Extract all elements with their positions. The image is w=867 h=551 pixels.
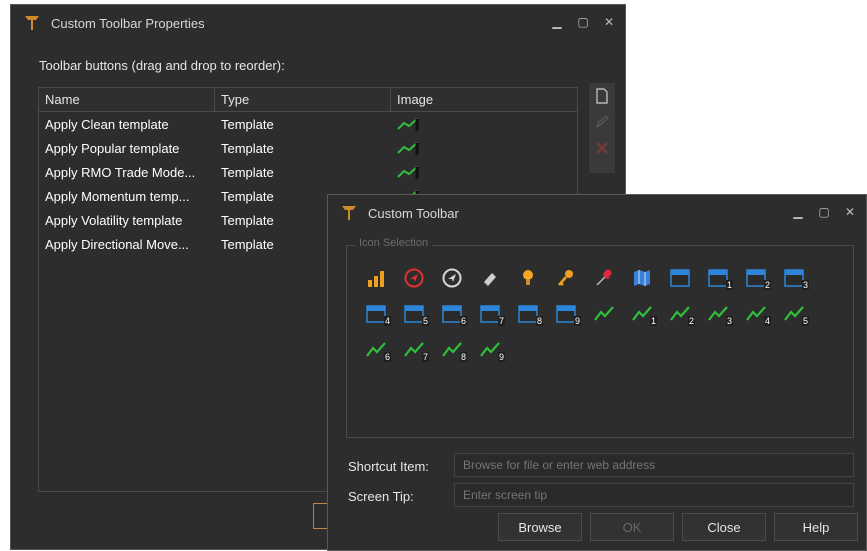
window-icon[interactable]: 9 [551, 302, 581, 326]
chart-icon [391, 117, 577, 131]
hidden-button[interactable] [313, 503, 327, 529]
table-header: Name Type Image [39, 88, 577, 112]
icon-number-badge: 9 [573, 316, 581, 326]
shortcut-item-input[interactable] [454, 453, 854, 477]
maximize-icon[interactable]: ▢ [577, 15, 589, 29]
chart-icon[interactable]: 7 [399, 338, 429, 362]
chart-icon[interactable]: 9 [475, 338, 505, 362]
window-icon[interactable]: 5 [399, 302, 429, 326]
icon-number-badge: 1 [725, 280, 733, 290]
row-name: Apply Popular template [45, 140, 180, 156]
table-row[interactable]: Apply Popular template Template [39, 136, 577, 160]
bar-chart-icon[interactable] [361, 266, 391, 290]
icon-number-badge: 2 [687, 316, 695, 326]
icon-selection-group: Icon Selection 1 2 3 4 5 6 7 8 9 1 2 3 4 5 6 7 8 9 [346, 237, 854, 438]
chart-icon[interactable]: 5 [779, 302, 809, 326]
icon-number-badge: 1 [649, 316, 657, 326]
icon-number-badge: 3 [725, 316, 733, 326]
icon-selection-label: Icon Selection [355, 237, 433, 249]
close-button[interactable]: Close [682, 513, 766, 541]
close-icon[interactable]: ✕ [603, 15, 615, 29]
row-name: Apply RMO Trade Mode... [45, 164, 196, 180]
icon-number-badge: 4 [383, 316, 391, 326]
minimize-icon[interactable]: ▁ [792, 205, 804, 219]
table-row[interactable]: Apply RMO Trade Mode... Template [39, 160, 577, 184]
chart-icon[interactable]: 6 [361, 338, 391, 362]
row-type: Template [221, 140, 274, 156]
side-toolbar [589, 83, 615, 173]
row-name: Apply Directional Move... [45, 236, 189, 252]
chart-icon[interactable]: 2 [665, 302, 695, 326]
icon-number-badge: 2 [763, 280, 771, 290]
icon-number-badge: 6 [459, 316, 467, 326]
new-icon[interactable] [589, 83, 615, 109]
row-type: Template [221, 164, 274, 180]
chart-icon [391, 141, 577, 155]
edit-icon[interactable] [589, 109, 615, 135]
screen-tip-input[interactable] [454, 483, 854, 507]
app-logo-icon [25, 16, 39, 30]
window-icon[interactable] [665, 266, 695, 290]
navigation-icon[interactable] [437, 266, 467, 290]
reorder-instruction: Toolbar buttons (drag and drop to reorde… [39, 58, 285, 73]
minimize-icon[interactable]: ▁ [551, 15, 563, 29]
row-name: Apply Volatility template [45, 212, 183, 228]
red-navigation-icon[interactable] [399, 266, 429, 290]
app-logo-icon [342, 206, 356, 220]
icon-grid: 1 2 3 4 5 6 7 8 9 1 2 3 4 5 6 7 8 9 [361, 266, 841, 374]
pin-icon[interactable] [589, 266, 619, 290]
icon-number-badge: 5 [801, 316, 809, 326]
properties-title: Custom Toolbar Properties [51, 15, 205, 31]
chart-icon[interactable]: 4 [741, 302, 771, 326]
toolbar-titlebar[interactable]: Custom Toolbar ▁ ▢ ✕ [328, 195, 866, 231]
window-icon[interactable]: 2 [741, 266, 771, 290]
map-icon[interactable] [627, 266, 657, 290]
toolbar-title: Custom Toolbar [368, 205, 459, 221]
column-header-type[interactable]: Type [215, 88, 391, 111]
ok-button[interactable]: OK [590, 513, 674, 541]
properties-titlebar[interactable]: Custom Toolbar Properties ▁ ▢ ✕ [11, 5, 625, 41]
window-icon[interactable]: 6 [437, 302, 467, 326]
chart-icon [391, 165, 577, 179]
icon-number-badge: 5 [421, 316, 429, 326]
icon-number-badge: 8 [535, 316, 543, 326]
shortcut-item-label: Shortcut Item: [348, 459, 429, 474]
eraser-icon[interactable] [475, 266, 505, 290]
column-header-image[interactable]: Image [391, 88, 577, 111]
key-icon[interactable] [551, 266, 581, 290]
lightbulb-icon[interactable] [513, 266, 543, 290]
chart-icon[interactable]: 1 [627, 302, 657, 326]
window-icon[interactable]: 4 [361, 302, 391, 326]
row-name: Apply Momentum temp... [45, 188, 190, 204]
icon-number-badge: 7 [497, 316, 505, 326]
icon-number-badge: 4 [763, 316, 771, 326]
window-icon[interactable]: 7 [475, 302, 505, 326]
table-row[interactable]: Apply Clean template Template [39, 112, 577, 136]
window-icon[interactable]: 1 [703, 266, 733, 290]
icon-number-badge: 3 [801, 280, 809, 290]
chart-icon[interactable]: 8 [437, 338, 467, 362]
icon-number-badge: 7 [421, 352, 429, 362]
chart-icon[interactable]: 3 [703, 302, 733, 326]
maximize-icon[interactable]: ▢ [818, 205, 830, 219]
row-type: Template [221, 116, 274, 132]
column-header-name[interactable]: Name [39, 88, 215, 111]
chart-icon[interactable] [589, 302, 619, 326]
icon-number-badge: 8 [459, 352, 467, 362]
row-name: Apply Clean template [45, 116, 169, 132]
custom-toolbar-window: Custom Toolbar ▁ ▢ ✕ Icon Selection 1 2 3 4… [327, 194, 867, 551]
icon-number-badge: 6 [383, 352, 391, 362]
window-icon[interactable]: 3 [779, 266, 809, 290]
browse-button[interactable]: Browse [498, 513, 582, 541]
delete-icon[interactable] [589, 135, 615, 161]
close-icon[interactable]: ✕ [844, 205, 856, 219]
window-icon[interactable]: 8 [513, 302, 543, 326]
help-button[interactable]: Help [774, 513, 858, 541]
screen-tip-label: Screen Tip: [348, 489, 414, 504]
icon-number-badge: 9 [497, 352, 505, 362]
